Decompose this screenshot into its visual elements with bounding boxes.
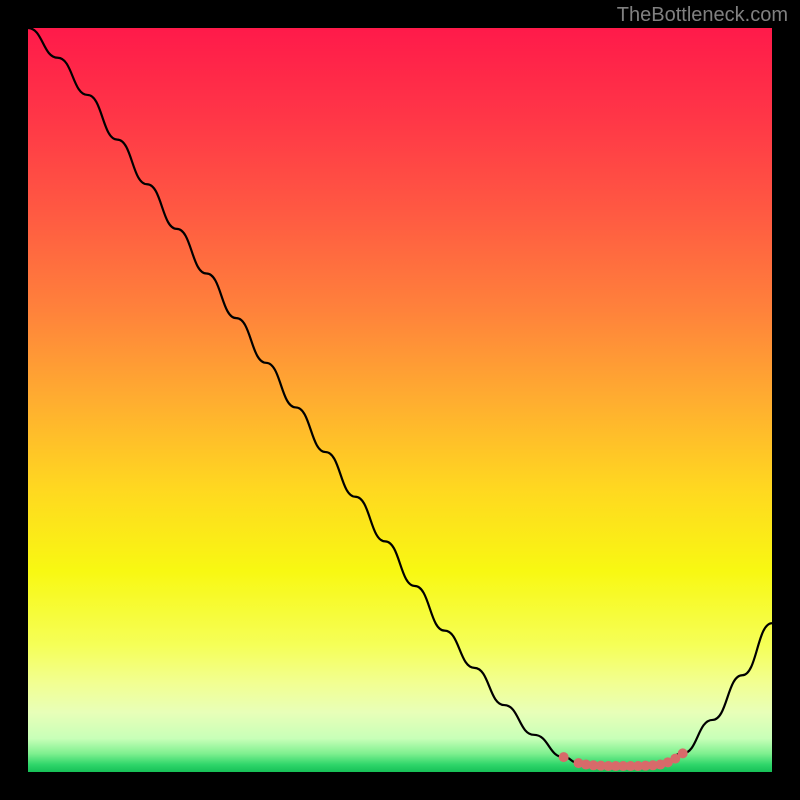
- bottom-dots: [559, 748, 688, 771]
- dot: [678, 748, 688, 758]
- main-curve: [28, 28, 772, 766]
- chart-svg: [28, 28, 772, 772]
- dot: [559, 752, 569, 762]
- watermark-text: TheBottleneck.com: [617, 4, 788, 27]
- chart-area: [28, 28, 772, 772]
